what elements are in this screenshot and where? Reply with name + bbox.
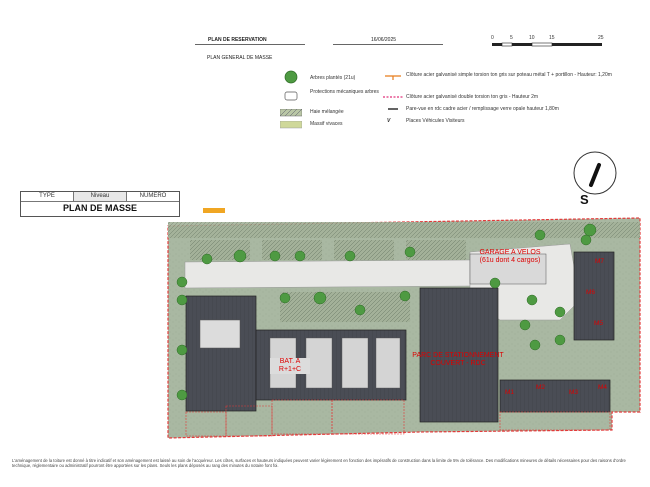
paved-walkway [184,259,471,289]
unit-m3: M3 [569,389,579,396]
unit-m1: M1 [505,389,515,396]
footer-note: L'aménagement de la toiture est donné à … [12,458,626,468]
parking-label: PARC DE STATIONNEMENT COUVERT - RDC [412,352,504,367]
unit-m4: M4 [598,384,608,391]
unit-m2: M2 [536,384,546,391]
hedge-strip-north [168,222,640,238]
site-plan [167,208,641,439]
unit-m5: M5 [594,320,604,327]
building-a-label: BAT. A R+1+C [270,358,310,374]
unit-m7: M7 [595,258,605,265]
entrance-gate [203,208,225,213]
unit-m6: M6 [586,289,596,296]
garage-label: GARAGE A VELOS (61u dont 4 cargos) [479,249,541,264]
